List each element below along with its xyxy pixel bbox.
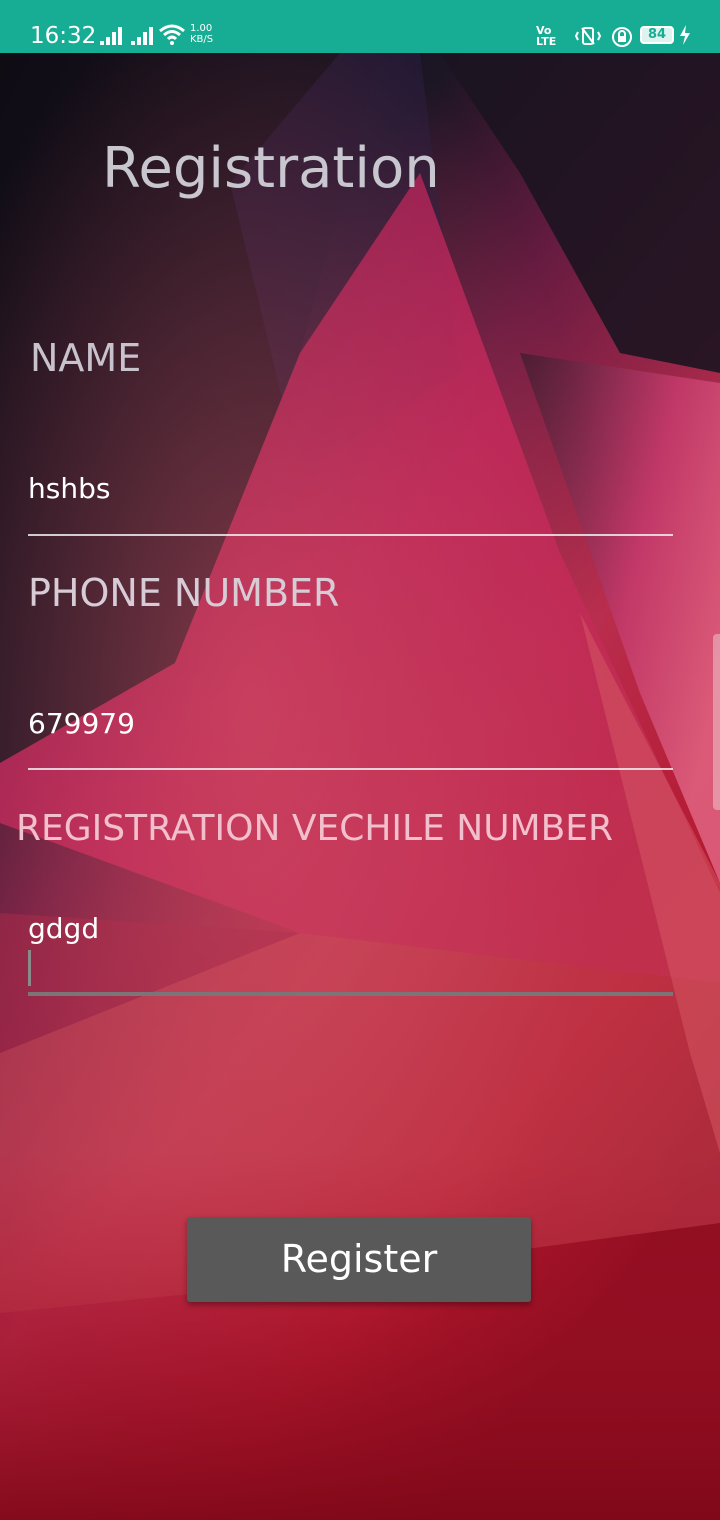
phone-number-field-underline bbox=[28, 768, 673, 770]
signal-strength-icon-2 bbox=[131, 27, 153, 45]
wifi-icon bbox=[159, 24, 185, 45]
network-speed: 1.00 KB/S bbox=[190, 23, 213, 45]
phone-number-field-value: 679979 bbox=[28, 707, 135, 740]
registration-screen: 16:32 1.00 KB/S Vo LTE 84 Registration N… bbox=[0, 0, 720, 1520]
signal-strength-icon bbox=[100, 27, 122, 45]
name-field-underline bbox=[28, 534, 673, 536]
phone-number-label: PHONE NUMBER bbox=[28, 571, 340, 615]
edge-scroll-handle[interactable] bbox=[713, 634, 720, 810]
rotation-lock-icon bbox=[612, 27, 632, 47]
status-bar: 16:32 1.00 KB/S Vo LTE 84 bbox=[0, 0, 720, 53]
vibrate-icon bbox=[574, 27, 602, 45]
volte-icon: Vo LTE bbox=[536, 25, 556, 47]
status-time: 16:32 bbox=[30, 23, 97, 49]
volte-line-2: LTE bbox=[536, 35, 557, 48]
register-button[interactable]: Register bbox=[187, 1217, 531, 1302]
vehicle-number-field[interactable]: gdgd bbox=[28, 910, 673, 1000]
text-cursor bbox=[28, 950, 31, 986]
vehicle-number-label: REGISTRATION VECHILE NUMBER bbox=[16, 808, 614, 849]
vehicle-number-field-underline bbox=[28, 992, 673, 996]
battery-icon: 84 bbox=[640, 26, 674, 44]
name-label: NAME bbox=[30, 336, 142, 380]
page-title: Registration bbox=[102, 136, 440, 201]
charging-icon bbox=[680, 25, 690, 45]
network-speed-unit: KB/S bbox=[190, 34, 214, 45]
vehicle-number-field-value: gdgd bbox=[28, 912, 100, 945]
name-field[interactable]: hshbs bbox=[28, 470, 673, 540]
network-speed-value: 1.00 bbox=[190, 23, 213, 34]
phone-number-field[interactable]: 679979 bbox=[28, 705, 673, 775]
name-field-value: hshbs bbox=[28, 472, 111, 505]
